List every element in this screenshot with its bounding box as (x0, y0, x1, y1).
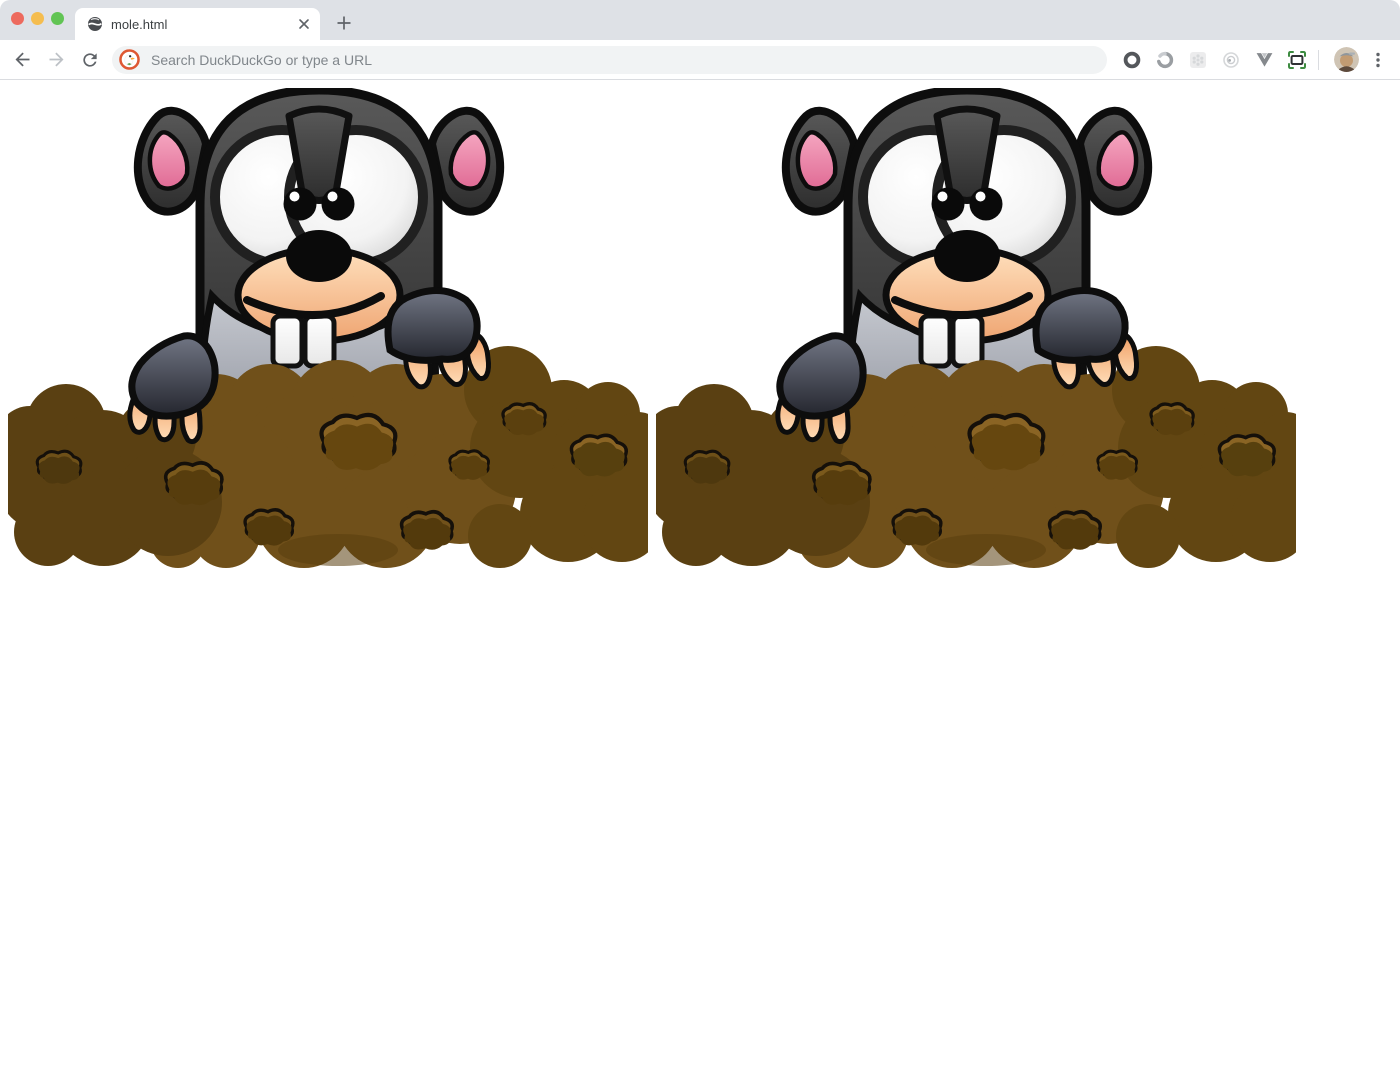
toolbar-separator (1318, 49, 1319, 70)
tab-title: mole.html (111, 16, 168, 32)
address-search-input[interactable] (149, 50, 1095, 69)
profile-avatar[interactable] (1334, 47, 1359, 72)
extension-icons (1121, 49, 1308, 71)
tab-strip: mole.html (0, 0, 1400, 40)
faded-target-extension-icon[interactable] (1220, 49, 1242, 71)
new-tab-button[interactable] (329, 8, 359, 38)
dark-ring-extension-icon[interactable] (1121, 49, 1143, 71)
forward-button[interactable] (42, 46, 70, 74)
back-button[interactable] (8, 46, 36, 74)
zoom-window-button[interactable] (51, 12, 64, 25)
tab-close-icon[interactable] (296, 16, 312, 32)
toolbar (0, 40, 1400, 80)
nav-buttons (8, 46, 104, 74)
kebab-menu-icon[interactable] (1366, 48, 1390, 72)
globe-favicon-icon (87, 16, 103, 32)
browser-window: mole.html (0, 0, 1400, 1075)
v-shape-extension-icon[interactable] (1253, 49, 1275, 71)
close-window-button[interactable] (11, 12, 24, 25)
gray-swirl-extension-icon[interactable] (1154, 49, 1176, 71)
cartoon-mole-image-left (8, 88, 648, 570)
minimize-window-button[interactable] (31, 12, 44, 25)
faded-grid-extension-icon[interactable] (1187, 49, 1209, 71)
cartoon-mole-image-right (656, 88, 1296, 570)
duckduckgo-icon (119, 49, 140, 70)
tab-mole-html[interactable]: mole.html (75, 8, 320, 40)
screen-capture-extension-icon[interactable] (1286, 49, 1308, 71)
reload-button[interactable] (76, 46, 104, 74)
omnibox[interactable] (112, 45, 1107, 74)
traffic-lights (11, 12, 64, 25)
page-content (0, 80, 1400, 1075)
